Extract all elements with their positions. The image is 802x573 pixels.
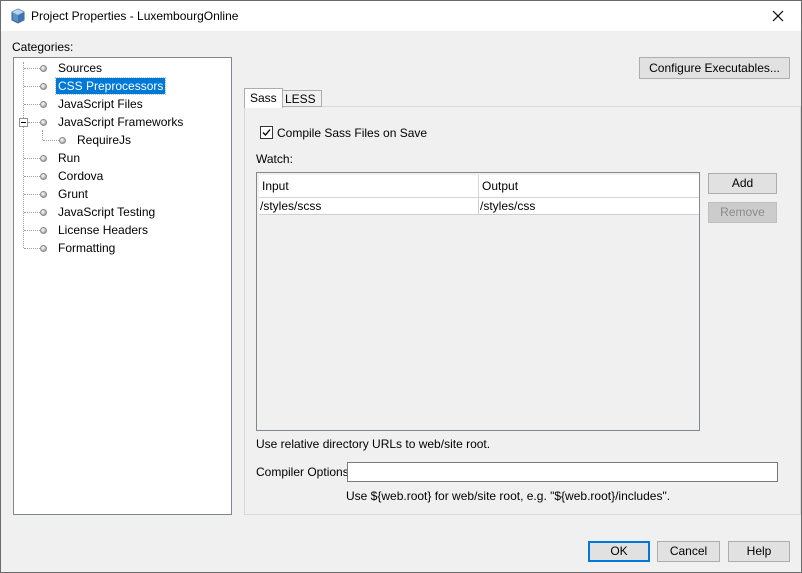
tree-connector bbox=[24, 176, 40, 177]
help-button[interactable]: Help bbox=[728, 541, 790, 562]
tree-item-label: RequireJs bbox=[77, 133, 132, 147]
tree-connector bbox=[24, 248, 40, 249]
tree-item-cordova[interactable]: Cordova bbox=[14, 168, 229, 184]
leaf-node-icon bbox=[40, 245, 47, 252]
tree-item-label: Formatting bbox=[58, 241, 116, 255]
checkmark-icon bbox=[262, 129, 271, 136]
tree-item-requirejs[interactable]: RequireJs bbox=[14, 132, 229, 148]
column-header-input[interactable]: Input bbox=[259, 175, 479, 197]
tree-item-run[interactable]: Run bbox=[14, 150, 229, 166]
close-icon bbox=[772, 10, 784, 22]
compiler-options-label: Compiler Options: bbox=[256, 465, 353, 479]
watch-table[interactable]: Input Output /styles/scss /styles/css bbox=[256, 172, 700, 431]
configure-executables-button[interactable]: Configure Executables... bbox=[639, 57, 790, 79]
column-header-output[interactable]: Output bbox=[479, 175, 699, 197]
tree-connector bbox=[28, 122, 40, 123]
tree-connector bbox=[24, 194, 40, 195]
tree-connector bbox=[24, 212, 40, 213]
tree-item-label: CSS Preprocessors bbox=[54, 77, 167, 95]
compiler-options-input[interactable] bbox=[347, 462, 778, 482]
watch-table-header: Input Output bbox=[259, 175, 699, 198]
tree-item-license-headers[interactable]: License Headers bbox=[14, 222, 229, 238]
cell-input[interactable]: /styles/scss bbox=[259, 198, 479, 214]
tree-connector bbox=[24, 86, 40, 87]
leaf-node-icon bbox=[40, 209, 47, 216]
tree-connector bbox=[24, 158, 40, 159]
categories-tree[interactable]: Sources CSS Preprocessors JavaScript Fil… bbox=[13, 57, 232, 515]
leaf-node-icon bbox=[40, 173, 47, 180]
tree-item-label: Cordova bbox=[58, 169, 104, 183]
leaf-node-icon bbox=[40, 83, 47, 90]
tree-item-javascript-frameworks[interactable]: JavaScript Frameworks bbox=[14, 114, 229, 130]
tree-connector bbox=[43, 140, 59, 141]
tree-item-label: JavaScript Testing bbox=[58, 205, 156, 219]
tree-item-label: JavaScript Files bbox=[58, 97, 143, 111]
project-properties-dialog: Project Properties - LuxembourgOnline Ca… bbox=[0, 0, 802, 573]
watch-label: Watch: bbox=[256, 152, 293, 166]
cancel-button[interactable]: Cancel bbox=[657, 541, 720, 562]
tree-item-grunt[interactable]: Grunt bbox=[14, 186, 229, 202]
leaf-node-icon bbox=[40, 65, 47, 72]
tree-item-label: Grunt bbox=[58, 187, 89, 201]
compile-sass-label[interactable]: Compile Sass Files on Save bbox=[277, 126, 427, 140]
compile-sass-checkbox[interactable] bbox=[260, 126, 273, 139]
leaf-node-icon bbox=[40, 101, 47, 108]
window-title: Project Properties - LuxembourgOnline bbox=[31, 9, 239, 23]
tab-less[interactable]: LESS bbox=[279, 90, 322, 107]
tree-item-label: Run bbox=[58, 151, 81, 165]
categories-label: Categories: bbox=[12, 40, 74, 54]
tree-item-label: License Headers bbox=[58, 223, 149, 237]
tree-connector bbox=[24, 230, 40, 231]
leaf-node-icon bbox=[40, 191, 47, 198]
title-bar: Project Properties - LuxembourgOnline bbox=[1, 1, 801, 31]
tree-item-javascript-files[interactable]: JavaScript Files bbox=[14, 96, 229, 112]
tree-connector bbox=[24, 104, 40, 105]
leaf-node-icon bbox=[59, 137, 66, 144]
tree-item-label: Sources bbox=[58, 61, 103, 75]
netbeans-cube-icon bbox=[10, 8, 26, 24]
leaf-node-icon bbox=[40, 155, 47, 162]
table-row[interactable]: /styles/scss /styles/css bbox=[259, 198, 699, 215]
tree-item-javascript-testing[interactable]: JavaScript Testing bbox=[14, 204, 229, 220]
relative-url-hint: Use relative directory URLs to web/site … bbox=[256, 437, 491, 451]
tree-connector bbox=[24, 68, 40, 69]
tree-item-sources[interactable]: Sources bbox=[14, 60, 229, 76]
close-button[interactable] bbox=[755, 1, 801, 31]
collapse-toggle-icon[interactable] bbox=[19, 118, 28, 127]
tree-item-label: JavaScript Frameworks bbox=[58, 115, 184, 129]
tree-item-css-preprocessors[interactable]: CSS Preprocessors bbox=[14, 77, 229, 95]
cell-output[interactable]: /styles/css bbox=[479, 198, 699, 214]
tree-item-formatting[interactable]: Formatting bbox=[14, 240, 229, 256]
leaf-node-icon bbox=[40, 227, 47, 234]
web-root-hint: Use ${web.root} for web/site root, e.g. … bbox=[346, 489, 671, 503]
remove-button[interactable]: Remove bbox=[708, 202, 777, 223]
add-button[interactable]: Add bbox=[708, 173, 777, 194]
tab-sass[interactable]: Sass bbox=[244, 88, 283, 108]
ok-button[interactable]: OK bbox=[588, 541, 650, 562]
folder-node-icon bbox=[40, 119, 47, 126]
